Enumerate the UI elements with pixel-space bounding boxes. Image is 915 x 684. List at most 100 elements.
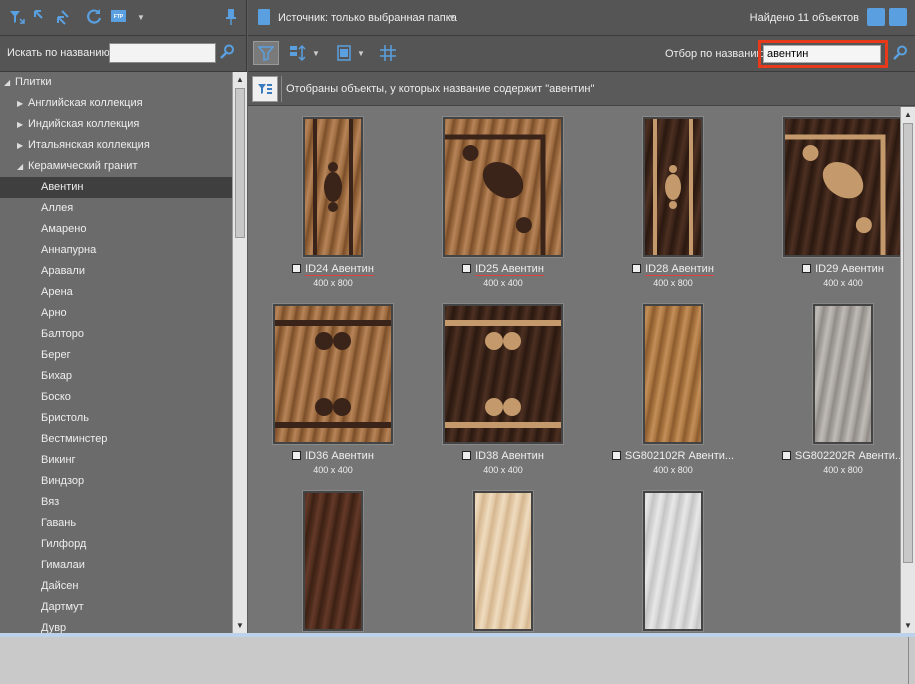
tile-size: 400 x 400 xyxy=(823,278,863,288)
sort-icon[interactable] xyxy=(288,41,308,65)
tree-scrollbar[interactable]: ▲ ▼ xyxy=(232,72,247,633)
tile-caption: ID29 Авентин xyxy=(758,263,900,275)
tree-item[interactable]: ▶ Итальянская коллекция xyxy=(0,135,232,156)
grid-icon[interactable] xyxy=(378,41,398,65)
collapse-icon[interactable] xyxy=(54,8,72,26)
source-selector[interactable]: Источник: только выбранная папка xyxy=(278,12,457,24)
tile-thumbnail[interactable] xyxy=(303,491,363,631)
tile-name: ID25 Авентин xyxy=(475,263,544,276)
tree-item[interactable]: Бихар xyxy=(0,366,232,387)
tree-item-label: Арно xyxy=(41,307,67,319)
view-dropdown-icon[interactable]: ▼ xyxy=(356,41,366,65)
document-icon xyxy=(258,9,270,25)
view-mode-icon[interactable] xyxy=(334,41,354,65)
tree-item[interactable]: ◢ Плитки xyxy=(0,72,232,93)
export-icon[interactable] xyxy=(867,8,885,26)
ftp-icon[interactable]: FTP xyxy=(110,8,128,26)
tile-thumbnail[interactable] xyxy=(643,117,703,257)
search-input[interactable] xyxy=(109,43,216,63)
tree-item[interactable]: Боско xyxy=(0,387,232,408)
tile-caption: ID38 Авентин xyxy=(418,450,588,462)
tree-item[interactable]: Авентин xyxy=(0,177,232,198)
filter-toggle-button[interactable] xyxy=(253,41,279,65)
tile-name: SG802102R Авенти... xyxy=(624,450,735,462)
tree-item[interactable]: Аллея xyxy=(0,198,232,219)
tile-checkbox[interactable] xyxy=(292,264,302,273)
tree-item[interactable]: Балторо xyxy=(0,324,232,345)
collapsed-arrow-icon[interactable]: ▶ xyxy=(17,93,23,114)
tree-item[interactable]: Вестминстер xyxy=(0,429,232,450)
scroll-up-icon[interactable]: ▲ xyxy=(236,75,244,84)
source-bar: Источник: только выбранная папка ▼ Найде… xyxy=(248,0,915,36)
tree-item[interactable]: Берег xyxy=(0,345,232,366)
tree-item[interactable]: Амарено xyxy=(0,219,232,240)
tile-caption: SG802102R Авенти... xyxy=(588,450,758,462)
tree-item[interactable]: Вяз xyxy=(0,492,232,513)
tree-item[interactable]: Гавань xyxy=(0,513,232,534)
tree-item[interactable]: Гималаи xyxy=(0,555,232,576)
tree-item[interactable]: ▶ Индийская коллекция xyxy=(0,114,232,135)
tile-thumbnail[interactable] xyxy=(443,304,563,444)
scroll-down-icon[interactable]: ▼ xyxy=(236,621,244,630)
tree-item-label: Бихар xyxy=(41,370,72,382)
scroll-up-icon[interactable]: ▲ xyxy=(904,110,912,119)
tile-thumbnail[interactable] xyxy=(783,117,900,257)
tree-item[interactable]: Гилфорд xyxy=(0,534,232,555)
tile-checkbox[interactable] xyxy=(611,451,621,460)
expanded-arrow-icon[interactable]: ◢ xyxy=(17,156,23,177)
view-toolbar: ▼ ▼ Отбор по названию xyxy=(248,36,915,72)
expanded-arrow-icon[interactable]: ◢ xyxy=(4,72,10,93)
tile-thumbnail[interactable] xyxy=(473,491,533,631)
tree-item[interactable]: ▶ Английская коллекция xyxy=(0,93,232,114)
search-icon[interactable] xyxy=(220,44,235,63)
tree-item[interactable]: Дувр xyxy=(0,618,232,633)
tile-grid[interactable]: ID24 Авентин 400 x 800 ID25 Авентин 400 x … xyxy=(248,107,900,633)
sort-dropdown-icon[interactable]: ▼ xyxy=(311,41,321,65)
tile-checkbox[interactable] xyxy=(632,264,642,273)
tree-item[interactable]: Бристоль xyxy=(0,408,232,429)
tile-thumbnail[interactable] xyxy=(643,304,703,444)
scroll-thumb[interactable] xyxy=(903,123,913,563)
tree-item[interactable]: Арена xyxy=(0,282,232,303)
grid-scrollbar[interactable]: ▲ ▼ xyxy=(900,107,915,633)
tile-checkbox[interactable] xyxy=(292,451,302,460)
tile-thumbnail[interactable] xyxy=(443,117,563,257)
tree-item-label: Дайсен xyxy=(41,580,79,592)
tree-item-label: Вестминстер xyxy=(41,433,108,445)
tree-item-label: Вяз xyxy=(41,496,60,508)
tile-thumbnail[interactable] xyxy=(643,491,703,631)
tree-item[interactable]: Виндзор xyxy=(0,471,232,492)
filter-input[interactable] xyxy=(763,45,881,63)
filter-info-icon[interactable] xyxy=(252,76,278,102)
tree-item[interactable]: ◢ Керамический гранит xyxy=(0,156,232,177)
tile-checkbox[interactable] xyxy=(462,451,472,460)
tile-checkbox[interactable] xyxy=(781,451,791,460)
tile-checkbox[interactable] xyxy=(462,264,472,273)
scroll-down-icon[interactable]: ▼ xyxy=(904,621,912,630)
tile-thumbnail[interactable] xyxy=(813,304,873,444)
found-count: Найдено 11 объектов xyxy=(749,12,859,24)
refresh-icon[interactable] xyxy=(85,8,103,26)
filter-dn-icon[interactable] xyxy=(8,8,26,26)
collapsed-arrow-icon[interactable]: ▶ xyxy=(17,135,23,156)
tree-item[interactable]: Викинг xyxy=(0,450,232,471)
collapsed-arrow-icon[interactable]: ▶ xyxy=(17,114,23,135)
expand-icon[interactable] xyxy=(32,8,50,26)
tile-checkbox[interactable] xyxy=(802,264,812,273)
chevron-down-icon[interactable]: ▼ xyxy=(448,13,456,22)
dropdown-icon[interactable]: ▼ xyxy=(132,8,150,26)
tree-item[interactable]: Арно xyxy=(0,303,232,324)
filter-search-icon[interactable] xyxy=(893,45,908,64)
tree-item[interactable]: Аннапурна xyxy=(0,240,232,261)
tile-thumbnail[interactable] xyxy=(273,304,393,444)
tree-item[interactable]: Дартмут xyxy=(0,597,232,618)
import-icon[interactable] xyxy=(889,8,907,26)
pin-icon[interactable] xyxy=(222,8,240,26)
scroll-thumb[interactable] xyxy=(235,88,245,238)
tree-view[interactable]: ◢ Плитки ▶ Английская коллекция ▶ Индийская к… xyxy=(0,72,232,633)
tree-item[interactable]: Аравали xyxy=(0,261,232,282)
tree-item[interactable]: Дайсен xyxy=(0,576,232,597)
tile-thumbnail[interactable] xyxy=(303,117,363,257)
tree-item-label: Итальянская коллекция xyxy=(28,139,150,151)
tile-name: ID24 Авентин xyxy=(305,263,374,276)
